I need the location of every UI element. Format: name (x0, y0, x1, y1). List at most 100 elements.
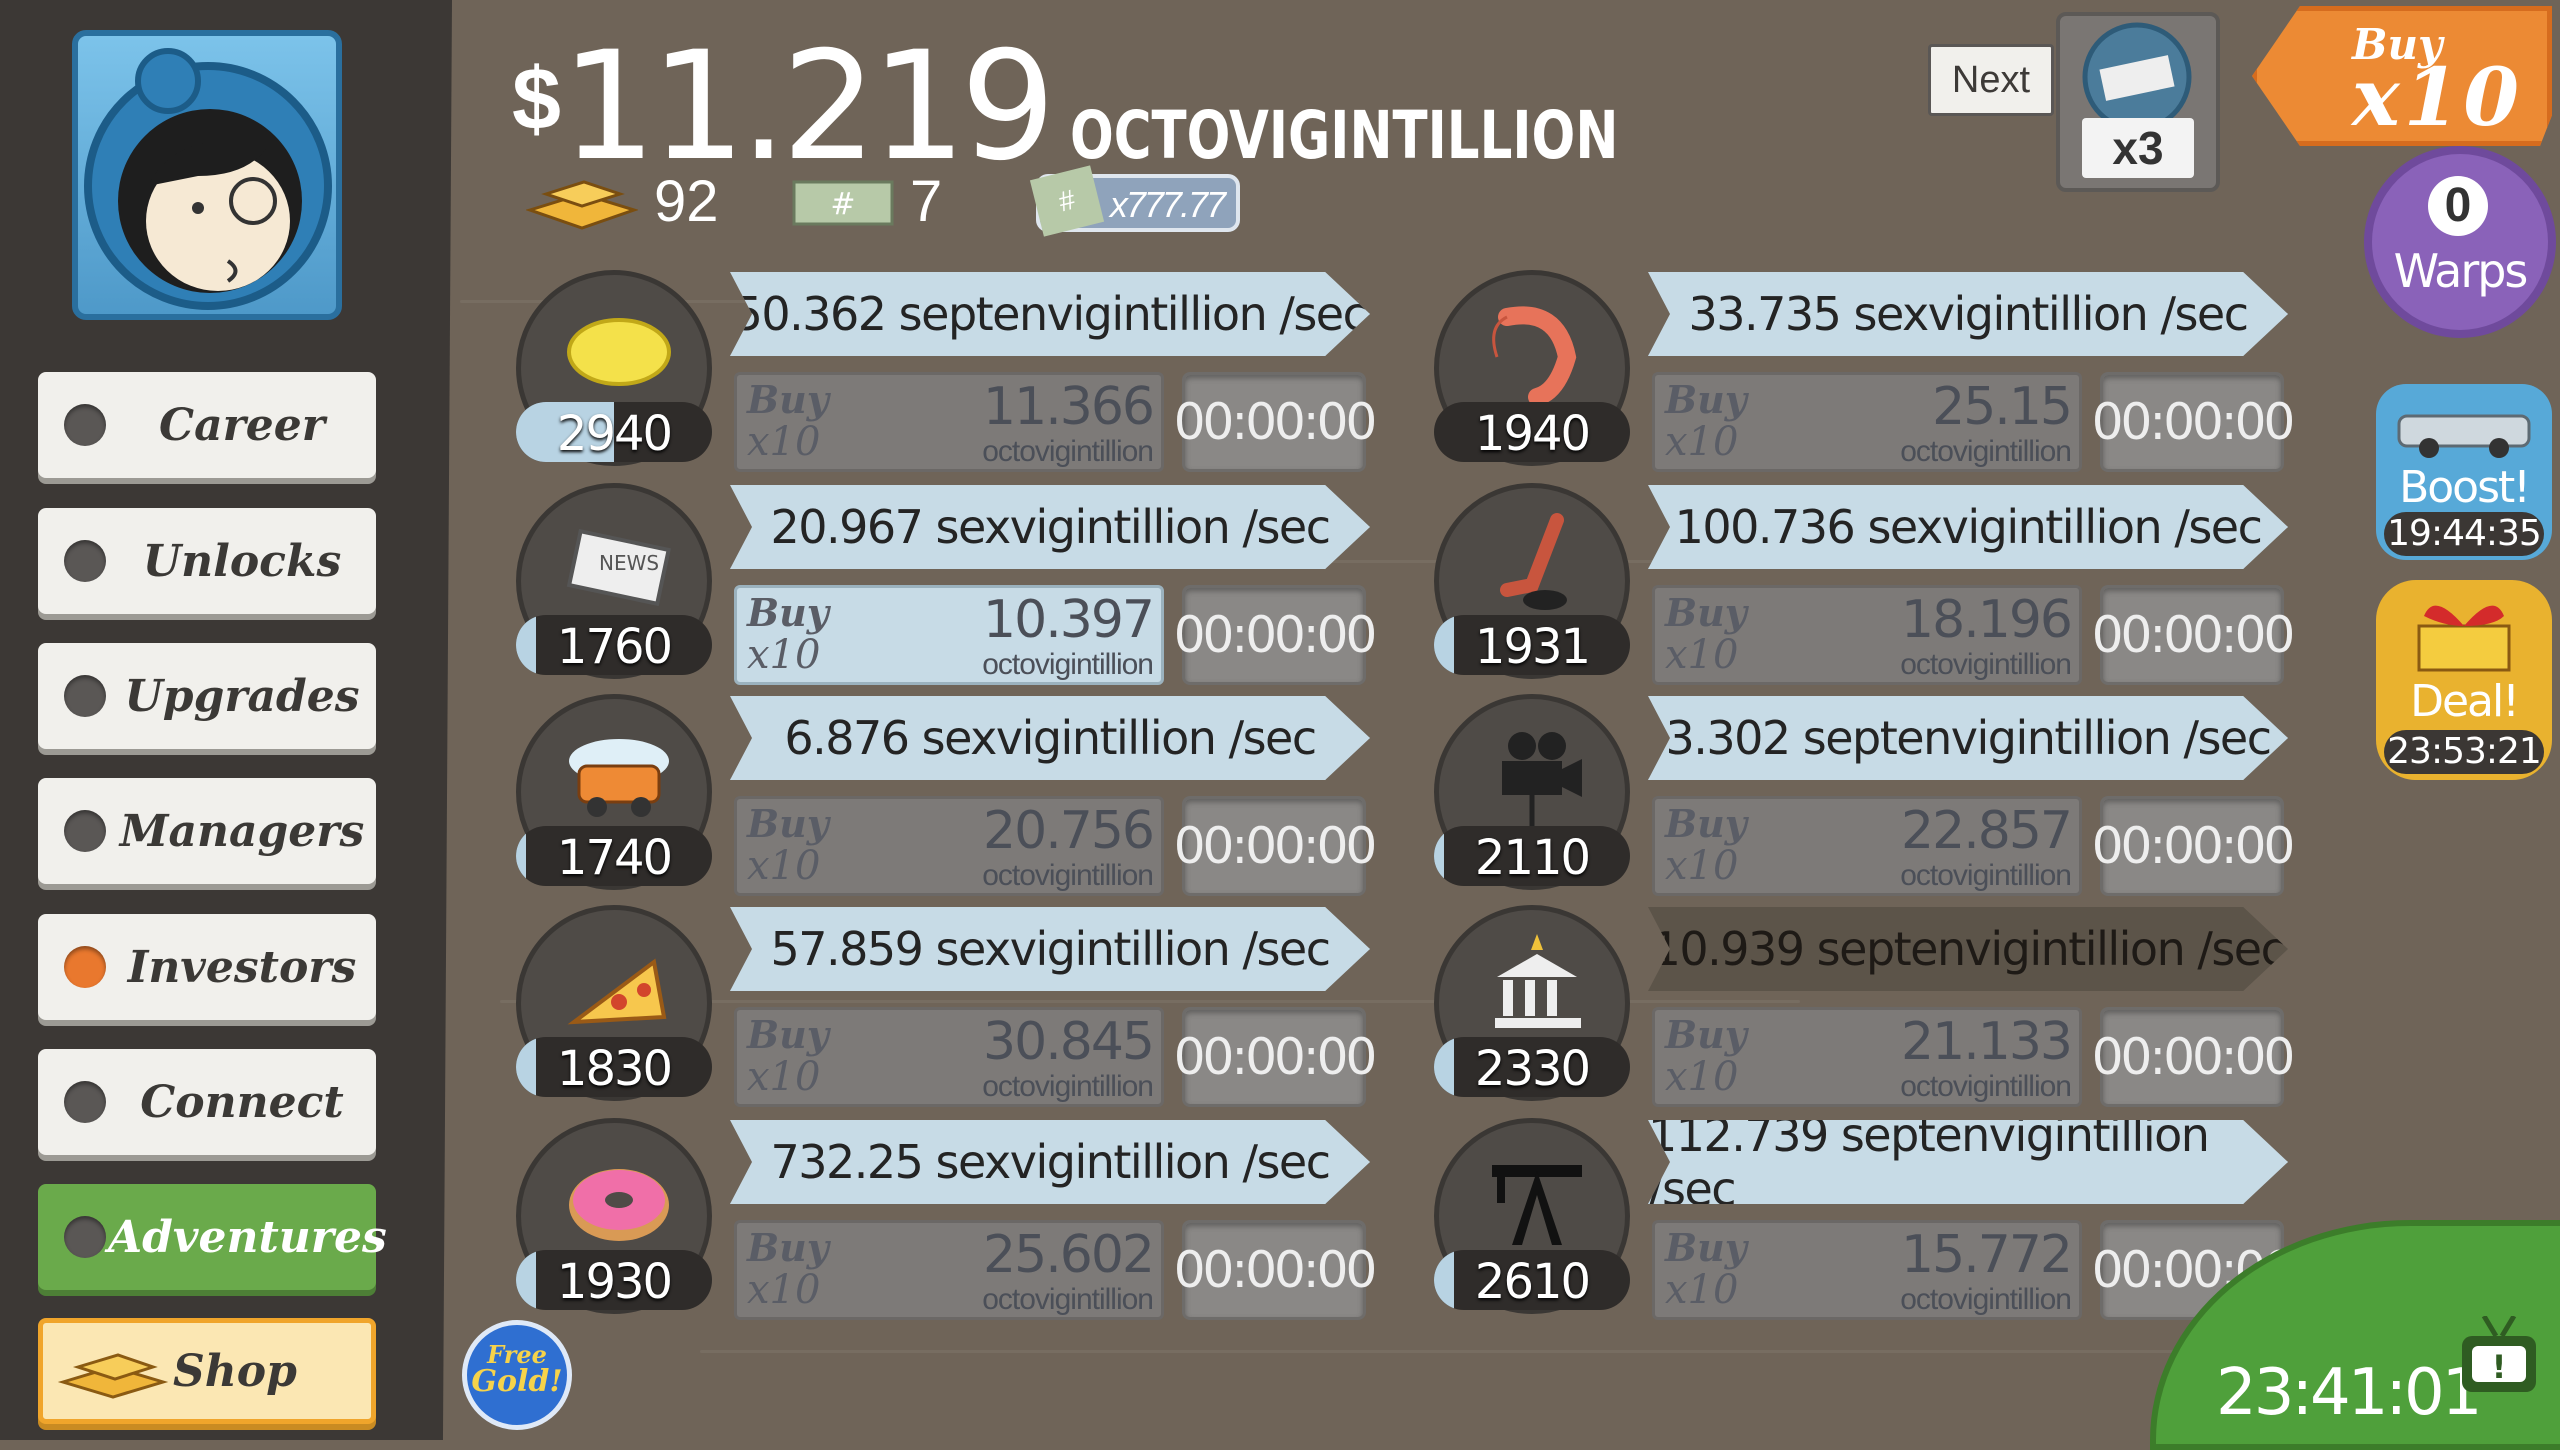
owned-count-text: 1940 (1474, 406, 1591, 462)
unlocks-button[interactable]: Unlocks (38, 508, 376, 614)
buy-button[interactable]: Buy x10 15.772 octovigintillion (1652, 1220, 2082, 1320)
next-unlock-panel[interactable]: x3 (2056, 12, 2220, 192)
buy-cost: 22.857 (1901, 801, 2073, 861)
unlocks-indicator-icon (64, 540, 106, 582)
cycle-timer: 00:00:00 (2092, 1007, 2295, 1107)
shrimp-icon (1492, 306, 1577, 406)
managers-label: Managers (119, 805, 365, 857)
owned-count: 1931 (1434, 615, 1630, 675)
next-button[interactable]: Next (1928, 44, 2054, 116)
mega-multiplier-badge[interactable]: # x777.77 (1029, 165, 1240, 237)
owned-count: 2940 (516, 402, 712, 462)
buy-qty: x10 (747, 843, 821, 889)
owned-count-text: 1760 (556, 619, 673, 675)
cycle-timer: 00:00:00 (1174, 1220, 1377, 1320)
gold-bars-icon (57, 1353, 169, 1399)
buy-cost: 21.133 (1901, 1012, 2073, 1072)
owned-count-text: 2610 (1474, 1254, 1591, 1310)
revenue-rate: 57.859 sexvigintillion /sec (730, 907, 1370, 991)
buy-cost-unit: octovigintillion (982, 1283, 1154, 1316)
buy-cost: 11.366 (983, 377, 1155, 437)
free-gold-button[interactable]: Free Gold! (462, 1320, 572, 1430)
buy-label: Buy (747, 590, 829, 635)
business-newspaper[interactable]: NEWS 1760 20.967 sexvigintillion /sec Bu… (516, 483, 1416, 693)
business-movie-studio[interactable]: 2110 3.302 septenvigintillion /sec Buy x… (1434, 694, 2334, 904)
owned-count: 1930 (516, 1250, 712, 1310)
buy-quantity-toggle[interactable]: Buy x10 (2252, 6, 2552, 146)
deal-button[interactable]: Deal! 23:53:21 (2376, 580, 2552, 780)
buy-button[interactable]: Buy x10 11.366 octovigintillion (734, 372, 1164, 472)
boost-timer: 19:44:35 (2384, 512, 2544, 556)
lemon-icon (567, 318, 671, 386)
buy-button[interactable]: Buy x10 20.756 octovigintillion (734, 796, 1164, 896)
connect-button[interactable]: Connect (38, 1049, 376, 1155)
buy-qty: x10 (747, 1267, 821, 1313)
investors-button[interactable]: Investors (38, 914, 376, 1020)
owned-count-text: 2330 (1474, 1041, 1591, 1097)
event-timer: 23:41:01 (2216, 1356, 2482, 1430)
managers-button[interactable]: Managers (38, 778, 376, 884)
buy-label: Buy (1665, 1225, 1747, 1270)
owned-count: 2330 (1434, 1037, 1630, 1097)
player-avatar[interactable] (72, 30, 342, 320)
money-unit: OCTOVIGINTILLION (1069, 97, 1619, 174)
cycle-timer: 00:00:00 (2092, 585, 2295, 685)
buy-cost: 20.756 (983, 801, 1155, 861)
buy-button[interactable]: Buy x10 10.397 octovigintillion (734, 585, 1164, 685)
cycle-timer: 00:00:00 (2092, 796, 2295, 896)
cycle-timer: 00:00:00 (2092, 372, 2295, 472)
gift-box-icon (2417, 605, 2511, 672)
connect-label: Connect (140, 1076, 344, 1128)
business-donut[interactable]: 1930 732.25 sexvigintillion /sec Buy x10… (516, 1118, 1416, 1328)
warps-button[interactable]: 0 Warps (2372, 154, 2548, 330)
buy-cost-unit: octovigintillion (1900, 648, 2072, 681)
buy-button[interactable]: Buy x10 25.602 octovigintillion (734, 1220, 1164, 1320)
cycle-timer: 00:00:00 (1174, 372, 1377, 472)
revenue-rate: 100.736 sexvigintillion /sec (1648, 485, 2288, 569)
business-car-wash[interactable]: 1740 6.876 sexvigintillion /sec Buy x10 … (516, 694, 1416, 904)
warps-count: 0 (2428, 176, 2488, 236)
buy-qty: x10 (1665, 843, 1739, 889)
business-hockey[interactable]: 1931 100.736 sexvigintillion /sec Buy x1… (1434, 483, 2334, 693)
money-amount: 11.219 (560, 20, 1056, 194)
svg-text:!: ! (2492, 1348, 2507, 1386)
buy-button[interactable]: Buy x10 18.196 octovigintillion (1652, 585, 2082, 685)
buy-button[interactable]: Buy x10 30.845 octovigintillion (734, 1007, 1164, 1107)
car-wash-icon (569, 739, 669, 817)
buy-qty: x10 (747, 632, 821, 678)
buy-button[interactable]: Buy x10 22.857 octovigintillion (1652, 796, 2082, 896)
movie-camera-icon (1502, 732, 1582, 826)
adventures-button[interactable]: Adventures (38, 1184, 387, 1290)
adventures-indicator-icon (64, 1216, 106, 1258)
business-bank[interactable]: 2330 10.939 septenvigintillion /sec Buy … (1434, 905, 2334, 1115)
business-pizza[interactable]: 1830 57.859 sexvigintillion /sec Buy x10… (516, 905, 1416, 1115)
buy-cost-unit: octovigintillion (982, 435, 1154, 468)
newspaper-icon: NEWS (566, 528, 672, 607)
business-oil[interactable]: 2610 112.739 septenvigintillion /sec Buy… (1434, 1118, 2334, 1328)
revenue-rate: 112.739 septenvigintillion /sec (1648, 1120, 2288, 1204)
upgrades-indicator-icon (64, 675, 106, 717)
owned-count-text: 1830 (556, 1041, 673, 1097)
business-lemonade[interactable]: 2940 50.362 septenvigintillion /sec Buy … (516, 270, 1416, 480)
revenue-rate: 3.302 septenvigintillion /sec (1648, 696, 2288, 780)
buy-button[interactable]: Buy x10 25.15 octovigintillion (1652, 372, 2082, 472)
business-shrimp[interactable]: 1940 33.735 sexvigintillion /sec Buy x10… (1434, 270, 2334, 480)
newspaper-icon (2082, 22, 2192, 132)
owned-count-text: 2940 (556, 406, 673, 462)
upgrades-button[interactable]: Upgrades (38, 643, 376, 749)
owned-count: 2110 (1434, 826, 1630, 886)
buy-button[interactable]: Buy x10 21.133 octovigintillion (1652, 1007, 2082, 1107)
hockey-icon (1500, 513, 1567, 610)
owned-count-text: 1930 (556, 1254, 673, 1310)
connect-indicator-icon (64, 1081, 106, 1123)
buy-cost-unit: octovigintillion (982, 648, 1154, 681)
shop-button[interactable]: Shop (38, 1318, 376, 1424)
time-machine-car-icon (2397, 414, 2531, 458)
shop-label: Shop (173, 1345, 297, 1397)
cycle-timer: 00:00:00 (1174, 1007, 1377, 1107)
owned-count: 1740 (516, 826, 712, 886)
career-button[interactable]: Career (38, 372, 376, 478)
upgrades-label: Upgrades (124, 670, 360, 722)
revenue-rate: 6.876 sexvigintillion /sec (730, 696, 1370, 780)
boost-button[interactable]: Boost! 19:44:35 (2376, 384, 2552, 560)
